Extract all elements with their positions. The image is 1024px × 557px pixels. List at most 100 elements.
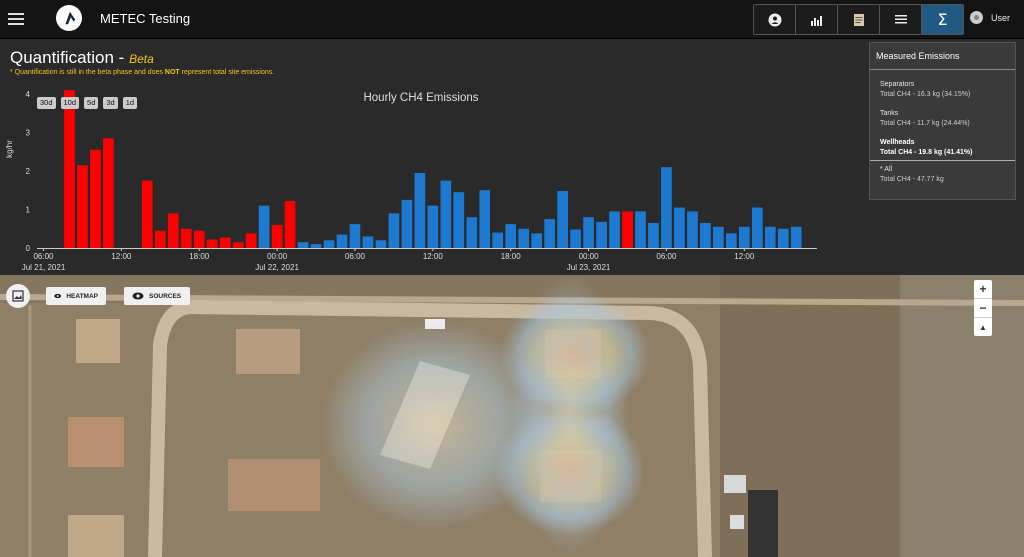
chart-bar bbox=[245, 233, 257, 248]
chart-bar bbox=[90, 149, 101, 248]
chart-bar bbox=[713, 226, 724, 248]
chart-x-tick-label: 18:00 bbox=[501, 252, 522, 261]
emission-item-wellheads[interactable]: Wellheads Total CH4 - 19.8 kg (41.41%) bbox=[870, 138, 1015, 158]
zoom-controls: + − ▲ bbox=[974, 280, 992, 336]
emission-item-name: Tanks bbox=[880, 110, 899, 117]
chart-bar bbox=[297, 242, 309, 248]
chart-bar bbox=[258, 205, 270, 248]
chart-bar bbox=[271, 224, 283, 248]
emission-item-tanks[interactable]: Tanks Total CH4 - 11.7 kg (24.44%) bbox=[870, 109, 1015, 129]
chart-x-tick-date: Jul 22, 2021 bbox=[255, 263, 299, 272]
nav-quantification-button[interactable]: Σ bbox=[922, 5, 963, 34]
chart-x-tick-label: 06:00 bbox=[656, 252, 677, 261]
page-title-text: Quantification - bbox=[10, 48, 125, 67]
chart-bar bbox=[154, 230, 166, 248]
person-circle-icon bbox=[768, 13, 781, 26]
bar-chart-icon bbox=[810, 15, 822, 26]
chart-bar bbox=[635, 211, 646, 248]
zoom-in-button[interactable]: + bbox=[974, 280, 992, 299]
chart-bar bbox=[790, 226, 802, 248]
chart-bar bbox=[440, 180, 452, 248]
chart-bar bbox=[349, 224, 361, 248]
chart-x-tick-label: 00:00 bbox=[267, 252, 288, 261]
chart-bar bbox=[219, 237, 231, 248]
chart-bar bbox=[167, 213, 179, 248]
user-menu[interactable]: User bbox=[970, 11, 1010, 24]
emission-item-separators[interactable]: Separators Total CH4 - 16.3 kg (34.15%) bbox=[870, 80, 1015, 100]
emission-item-all[interactable]: * All Total CH4 - 47.77 kg bbox=[870, 165, 1015, 185]
chart-bar bbox=[362, 236, 374, 248]
document-icon bbox=[853, 13, 864, 26]
range-30d-button[interactable]: 30d bbox=[37, 97, 56, 109]
chart-bar bbox=[336, 234, 348, 248]
range-10d-button[interactable]: 10d bbox=[60, 97, 80, 109]
chart-bar bbox=[622, 211, 633, 248]
chart-bar bbox=[323, 240, 335, 248]
image-layer-icon bbox=[12, 290, 24, 302]
top-bar: METEC Testing Σ User bbox=[0, 0, 1024, 39]
reset-north-button[interactable]: ▲ bbox=[974, 318, 992, 336]
chart-bar bbox=[193, 230, 205, 248]
chart-y-tick-label: 4 bbox=[26, 90, 31, 99]
chart-bar bbox=[726, 233, 737, 248]
nav-document-button[interactable] bbox=[838, 5, 880, 34]
chart-bar bbox=[310, 244, 322, 248]
measured-emissions-panel: Measured Emissions Separators Total CH4 … bbox=[869, 42, 1016, 200]
chart-bar bbox=[77, 165, 88, 248]
nav-group: Σ bbox=[753, 4, 964, 35]
chart-title: Hourly CH4 Emissions bbox=[363, 92, 478, 104]
user-label: User bbox=[991, 12, 1011, 23]
chart-y-tick-label: 1 bbox=[26, 206, 31, 215]
layers-button[interactable] bbox=[6, 284, 30, 308]
nav-overview-button[interactable] bbox=[754, 5, 796, 34]
chart-bar bbox=[401, 199, 413, 248]
chart-y-tick-label: 3 bbox=[26, 129, 31, 138]
range-1d-button[interactable]: 1d bbox=[122, 97, 138, 109]
chart-bar bbox=[64, 90, 75, 249]
emission-item-name: Wellheads bbox=[880, 139, 915, 146]
range-3d-button[interactable]: 3d bbox=[103, 97, 118, 109]
chart-x-tick-label: 12:00 bbox=[111, 252, 132, 261]
chart-y-tick-label: 2 bbox=[26, 167, 31, 176]
nav-charts-button[interactable] bbox=[796, 5, 838, 34]
chart-bar bbox=[505, 224, 517, 248]
chart-bar bbox=[427, 205, 439, 248]
sources-label: SOURCES bbox=[149, 292, 182, 300]
nav-list-button[interactable] bbox=[880, 5, 922, 34]
chart-x-tick-label: 12:00 bbox=[734, 252, 755, 261]
chart-bar bbox=[674, 207, 685, 248]
chart-bar bbox=[466, 217, 478, 248]
emission-item-name: Separators bbox=[880, 81, 915, 88]
beta-note: * Quantification is still in the beta ph… bbox=[10, 69, 274, 76]
app-title: METEC Testing bbox=[100, 11, 191, 26]
chart-bar bbox=[453, 192, 465, 248]
chart-x-tick-label: 06:00 bbox=[345, 252, 366, 261]
site-map[interactable]: HEATMAP SOURCES + − ▲ bbox=[0, 275, 1024, 557]
chart-bar bbox=[557, 191, 568, 248]
measured-emissions-title: Measured Emissions bbox=[870, 43, 1015, 70]
time-range-buttons: 30d 10d 5d 3d 1d bbox=[37, 97, 138, 109]
hamburger-menu-icon[interactable] bbox=[8, 10, 24, 26]
chart-bar bbox=[751, 207, 763, 248]
chart-bar bbox=[206, 239, 218, 248]
chart-x-tick-label: 00:00 bbox=[579, 252, 600, 261]
heatmap-label: HEATMAP bbox=[66, 292, 98, 300]
chart-bar bbox=[764, 226, 776, 248]
beta-label: Beta bbox=[129, 52, 154, 66]
range-5d-button[interactable]: 5d bbox=[84, 97, 99, 109]
heatmap-toggle-button[interactable]: HEATMAP bbox=[46, 287, 106, 305]
chart-bar bbox=[661, 167, 672, 248]
chart-bar bbox=[232, 242, 244, 248]
eye-icon bbox=[54, 293, 62, 299]
chart-bar bbox=[180, 228, 192, 248]
chart-y-axis-label: kg/hr bbox=[5, 140, 14, 158]
chart-bar bbox=[141, 180, 153, 248]
sources-toggle-button[interactable]: SOURCES bbox=[124, 287, 190, 305]
chart-x-tick-date: Jul 21, 2021 bbox=[22, 263, 66, 272]
chart-bar bbox=[700, 222, 711, 248]
chart-x-tick-date: Jul 23, 2021 bbox=[567, 263, 611, 272]
chart-bar bbox=[544, 219, 555, 248]
list-icon bbox=[894, 14, 907, 23]
zoom-out-button[interactable]: − bbox=[974, 299, 992, 318]
app-logo bbox=[56, 5, 82, 31]
